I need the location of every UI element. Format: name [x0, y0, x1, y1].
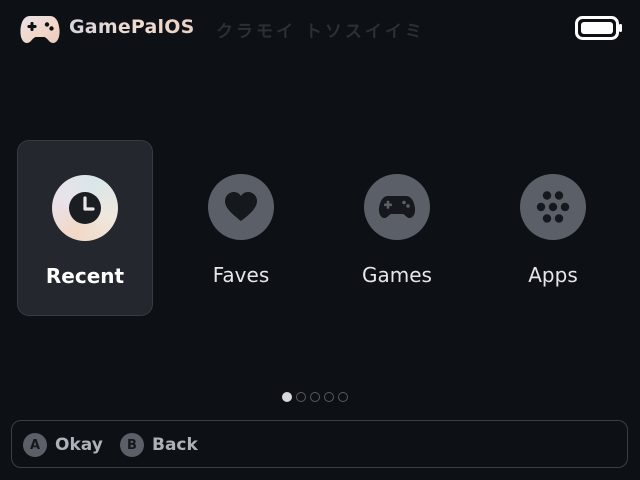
- main-menu: Recent Faves Games Apps: [0, 140, 640, 320]
- menu-item-games[interactable]: Games: [329, 140, 465, 316]
- header-subtitle: クラモイ トソスイイミ: [216, 22, 425, 42]
- menu-item-label: Apps: [528, 263, 578, 287]
- top-bar: GamePalOS クラモイ トソスイイミ: [0, 0, 640, 58]
- a-button-icon: A: [23, 433, 47, 457]
- heart-icon: [208, 174, 274, 240]
- hint-label: Okay: [55, 435, 103, 455]
- b-button-icon: B: [120, 433, 144, 457]
- hint-okay[interactable]: A Okay: [23, 432, 103, 458]
- menu-item-recent[interactable]: Recent: [17, 140, 153, 316]
- launcher-screen: GamePalOS クラモイ トソスイイミ Recent Faves Games…: [0, 0, 640, 480]
- menu-item-label: Faves: [212, 263, 270, 287]
- battery-full-icon: [575, 16, 622, 40]
- hint-label: Back: [152, 435, 198, 455]
- app-title: GamePalOS: [69, 16, 195, 38]
- page-dot[interactable]: [310, 392, 320, 402]
- clock-icon: [52, 175, 118, 241]
- gamepad-icon: [364, 174, 430, 240]
- page-dot[interactable]: [324, 392, 334, 402]
- menu-item-label: Recent: [45, 264, 125, 288]
- button-hint-bar: A Okay B Back: [11, 420, 628, 468]
- apps-grid-icon: [520, 174, 586, 240]
- page-dot[interactable]: [338, 392, 348, 402]
- page-dot[interactable]: [296, 392, 306, 402]
- page-dot[interactable]: [282, 392, 292, 402]
- menu-item-apps[interactable]: Apps: [485, 140, 621, 316]
- menu-item-faves[interactable]: Faves: [173, 140, 309, 316]
- hint-back[interactable]: B Back: [120, 432, 198, 458]
- gamepad-icon: [20, 16, 60, 43]
- page-indicator: [282, 392, 348, 404]
- menu-item-label: Games: [362, 263, 432, 287]
